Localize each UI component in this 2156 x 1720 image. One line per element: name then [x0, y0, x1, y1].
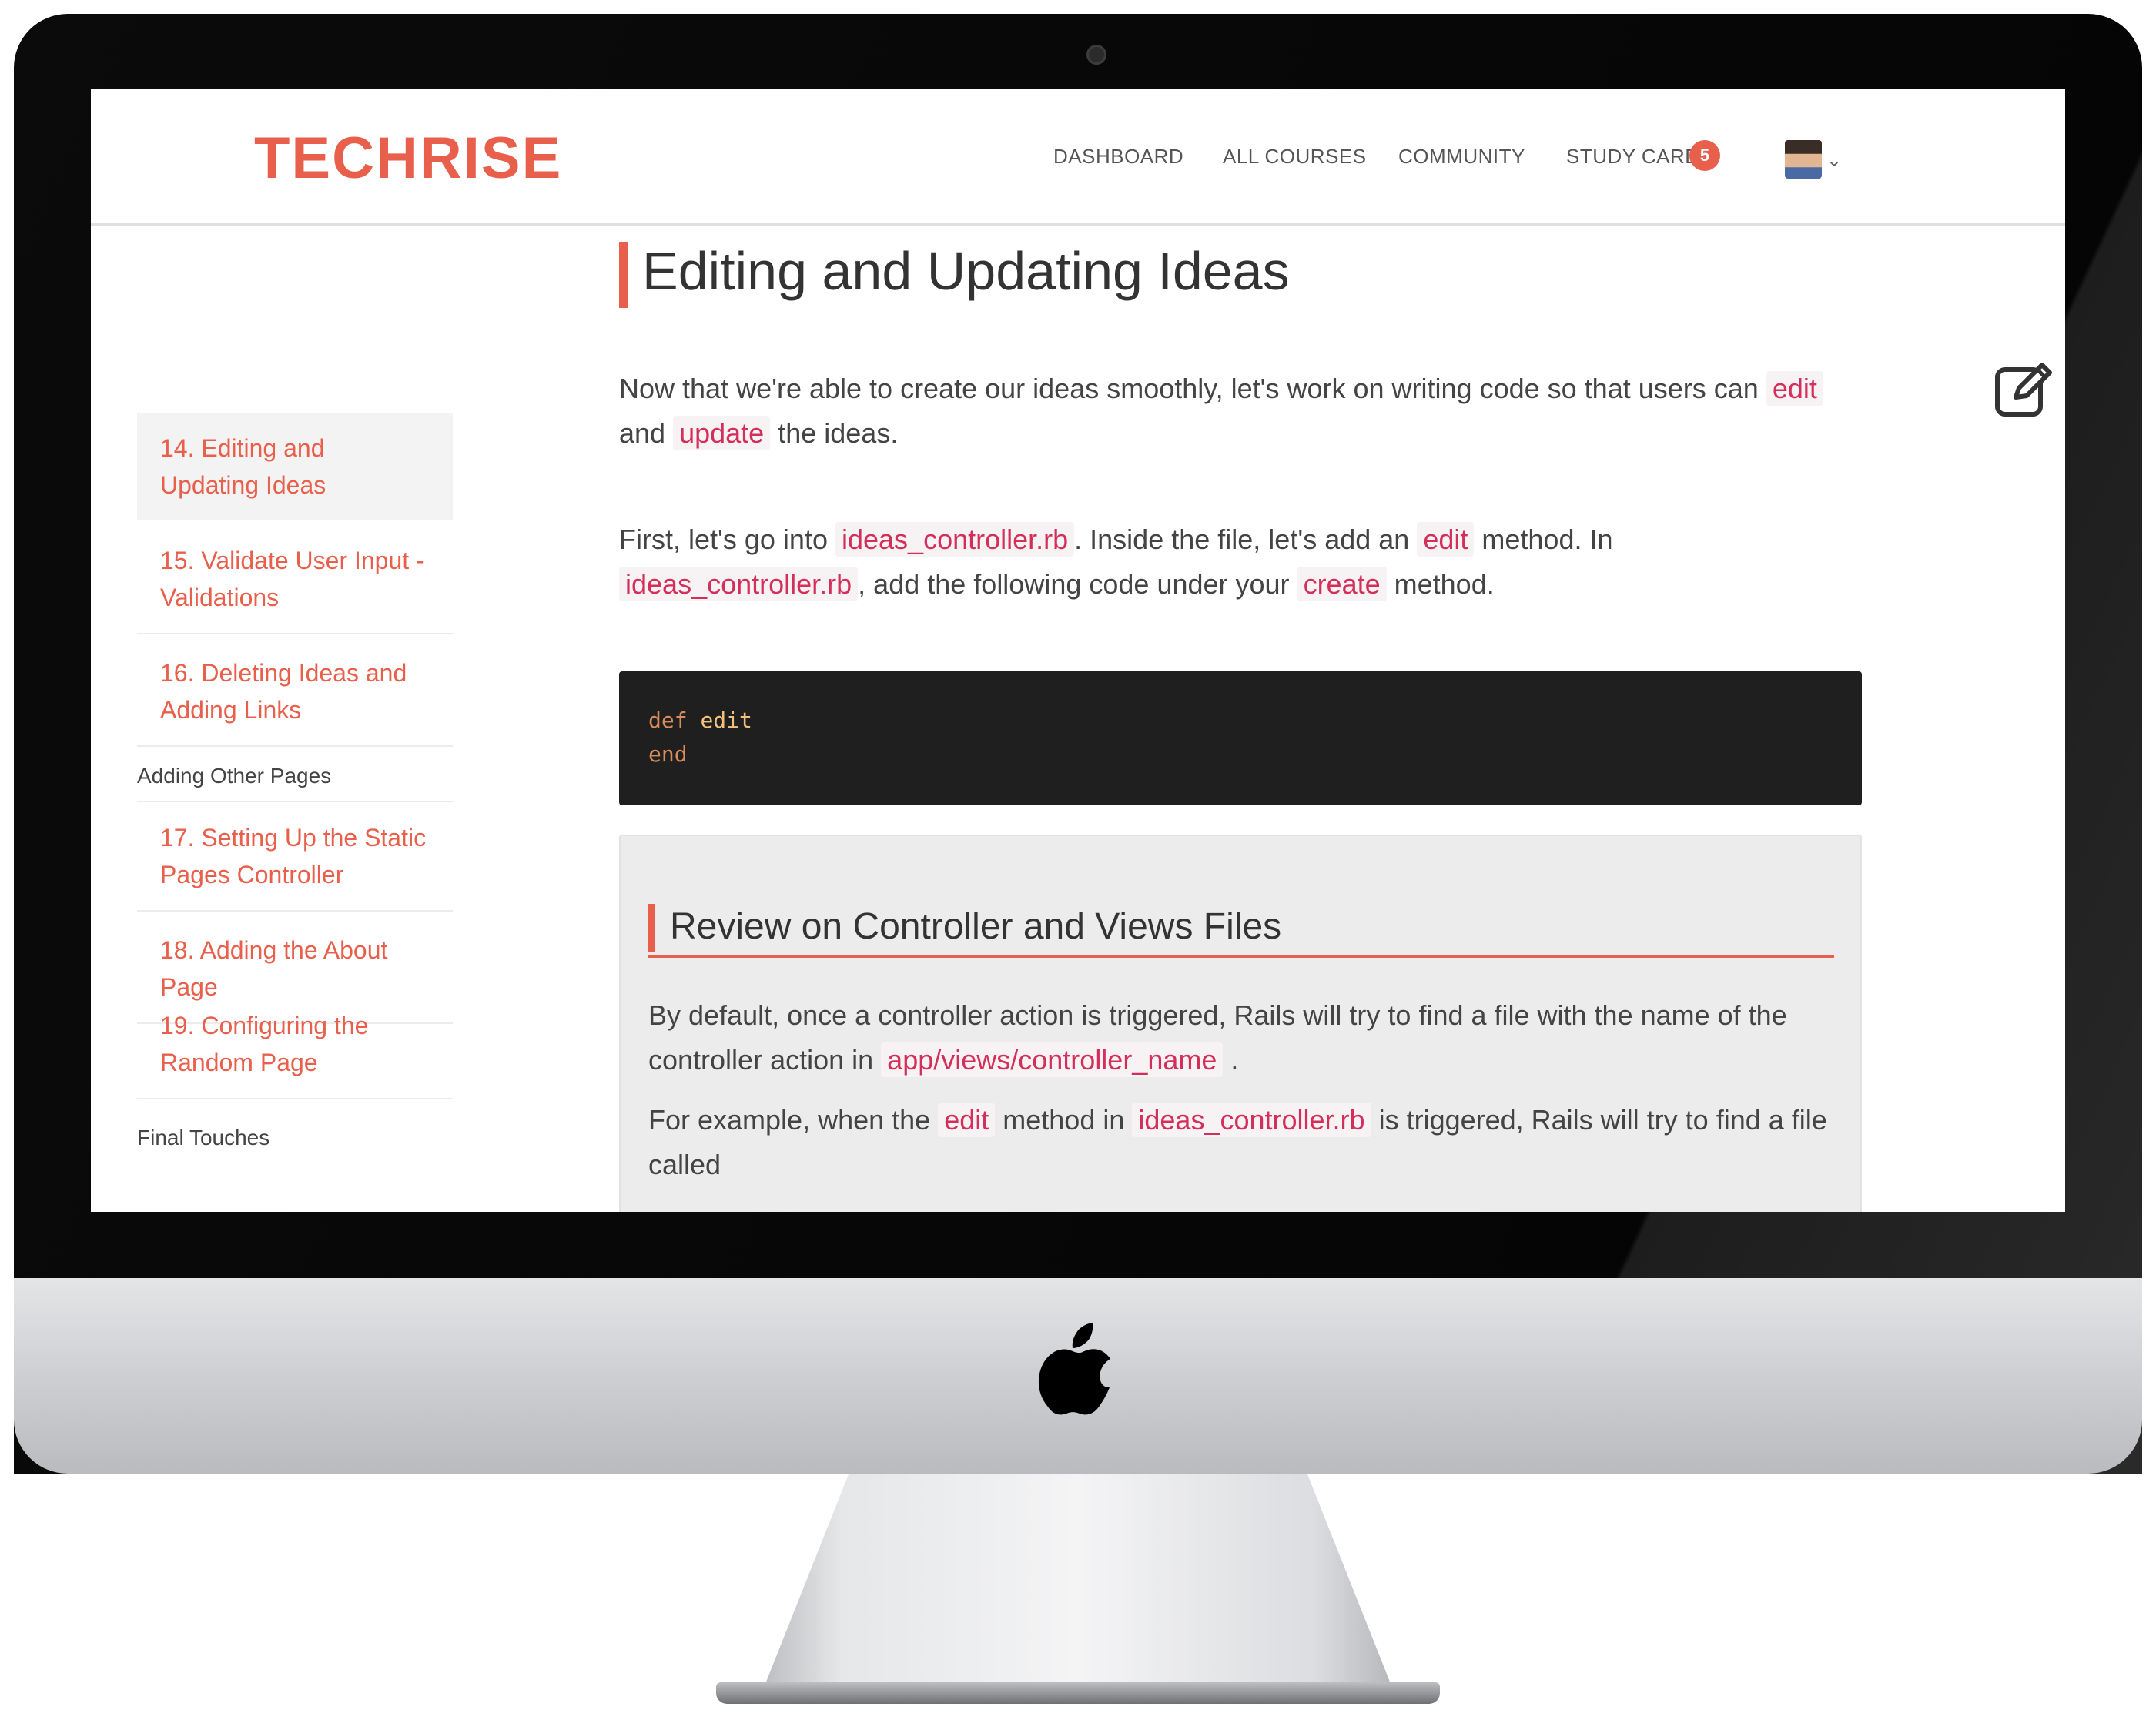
edit-note-icon[interactable] [1993, 359, 2054, 420]
text: , add the following code under your [858, 568, 1290, 600]
intro-paragraph: Now that we're able to create our ideas … [619, 366, 1862, 456]
inline-code: create [1297, 567, 1387, 601]
sidebar-item-17[interactable]: 17. Setting Up the Static Pages Controll… [137, 801, 453, 912]
code-line-2: end [648, 738, 1833, 771]
nav-community[interactable]: COMMUNITY [1398, 145, 1525, 169]
sidebar-item-19[interactable]: 19. Configuring the Random Page [137, 990, 453, 1099]
sidebar-item-15[interactable]: 15. Validate User Input - Validations [137, 525, 453, 634]
sidebar-section-adding-other-pages[interactable]: Adding Other Pages [137, 764, 331, 788]
sidebar-item-label: 16. Deleting Ideas and Adding Links [160, 659, 407, 724]
sidebar-item-label: 15. Validate User Input - Validations [160, 547, 424, 611]
review-paragraph-2: For example, when the edit method in ide… [648, 1098, 1834, 1187]
sidebar-section-final-touches[interactable]: Final Touches [137, 1126, 270, 1150]
study-cards-count-badge: 5 [1689, 140, 1720, 171]
inline-code: ideas_controller.rb [835, 522, 1075, 557]
code-line-1: def edit [648, 704, 1833, 738]
text: Now that we're able to create our ideas … [619, 373, 1759, 404]
review-underline [648, 955, 1834, 958]
text: . Inside the file, let's add an [1074, 524, 1410, 555]
sidebar-item-14[interactable]: 14. Editing and Updating Ideas [137, 413, 453, 520]
code-block[interactable]: def edit end [619, 671, 1862, 805]
code-method-name: edit [700, 708, 752, 733]
nav-all-courses[interactable]: ALL COURSES [1223, 145, 1367, 169]
text: . [1230, 1044, 1239, 1076]
sidebar-item-16[interactable]: 16. Deleting Ideas and Adding Links [137, 637, 453, 747]
text: the ideas. [778, 417, 899, 449]
chevron-down-icon[interactable]: ⌄ [1826, 149, 1842, 172]
text: method. In [1481, 524, 1613, 555]
text: method in [1003, 1104, 1125, 1136]
text: method. [1394, 568, 1495, 600]
sidebar-item-label: 17. Setting Up the Static Pages Controll… [160, 824, 427, 888]
inline-code: app/views/controller_name [881, 1042, 1224, 1077]
brand-logo[interactable]: TECHRISE [254, 125, 562, 192]
imac-stand [760, 1474, 1396, 1697]
code-keyword: end [648, 741, 688, 767]
sidebar-item-label: 14. Editing and Updating Ideas [160, 434, 326, 499]
top-navbar: TECHRISE DASHBOARD ALL COURSES COMMUNITY… [91, 89, 2065, 226]
text: and [619, 417, 666, 449]
camera [1086, 45, 1106, 65]
title-accent-bar [619, 242, 628, 308]
browser-screen: TECHRISE DASHBOARD ALL COURSES COMMUNITY… [91, 89, 2065, 1212]
instruction-paragraph: First, let's go into ideas_controller.rb… [619, 517, 1862, 607]
sidebar-item-label: 19. Configuring the Random Page [160, 1012, 369, 1076]
inline-code: update [673, 416, 771, 450]
review-title: Review on Controller and Views Files [670, 906, 1282, 947]
nav-dashboard[interactable]: DASHBOARD [1053, 145, 1183, 169]
apple-logo-icon [1038, 1323, 1110, 1415]
inline-code: edit [1766, 371, 1823, 406]
inline-code: edit [938, 1103, 996, 1137]
inline-code: ideas_controller.rb [619, 567, 859, 601]
text: First, let's go into [619, 524, 828, 555]
review-paragraph-1: By default, once a controller action is … [648, 993, 1834, 1083]
user-avatar[interactable] [1785, 140, 1822, 179]
review-accent-bar [648, 904, 655, 952]
inline-code: edit [1417, 522, 1475, 557]
text: For example, when the [648, 1104, 931, 1136]
page-title: Editing and Updating Ideas [642, 241, 1290, 301]
imac-stand-base [716, 1682, 1440, 1704]
inline-code: ideas_controller.rb [1132, 1103, 1371, 1137]
review-callout: Review on Controller and Views Files By … [619, 835, 1862, 1212]
code-keyword: def [648, 708, 688, 733]
